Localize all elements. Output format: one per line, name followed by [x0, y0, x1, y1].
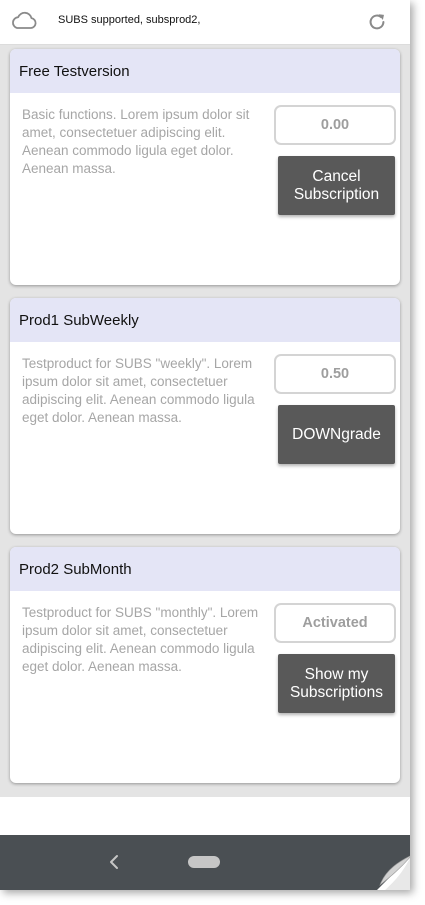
product-title: Free Testversion [19, 63, 130, 80]
app-status-title: SUBS supported, subsprod2, [58, 14, 201, 26]
page-curl-icon [377, 855, 410, 890]
product-card-prod2-submonth: Prod2 SubMonth Testproduct for SUBS "mon… [10, 547, 400, 783]
product-price: 0.50 [274, 354, 396, 394]
product-list: Free Testversion Basic functions. Lorem … [0, 45, 410, 797]
product-price: 0.00 [274, 105, 396, 145]
product-card-prod1-subweekly: Prod1 SubWeekly Testproduct for SUBS "we… [10, 298, 400, 534]
product-description: Testproduct for SUBS "monthly". Lorem ip… [22, 605, 259, 674]
cloud-icon [12, 11, 37, 29]
show-my-subscriptions-button[interactable]: Show my Subscriptions [278, 654, 395, 713]
refresh-icon[interactable] [366, 11, 388, 33]
card-header: Prod2 SubMonth [10, 547, 400, 591]
activated-badge: Activated [274, 603, 396, 643]
system-navigation-bar [0, 835, 410, 890]
product-description: Testproduct for SUBS "weekly". Lorem ips… [22, 356, 255, 425]
phone-screen: SUBS supported, subsprod2, Free Testvers… [0, 0, 410, 890]
downgrade-button[interactable]: DOWNgrade [278, 405, 395, 464]
card-header: Free Testversion [10, 49, 400, 93]
home-pill-icon[interactable] [188, 856, 220, 868]
product-description: Basic functions. Lorem ipsum dolor sit a… [22, 107, 250, 176]
card-header: Prod1 SubWeekly [10, 298, 400, 342]
bottom-spacer [0, 797, 410, 835]
app-header: SUBS supported, subsprod2, [0, 0, 410, 45]
chevron-left-icon[interactable] [107, 853, 121, 871]
product-card-free-testversion: Free Testversion Basic functions. Lorem … [10, 49, 400, 285]
product-title: Prod1 SubWeekly [19, 312, 139, 329]
product-title: Prod2 SubMonth [19, 561, 132, 578]
cancel-subscription-button[interactable]: Cancel Subscription [278, 156, 395, 215]
